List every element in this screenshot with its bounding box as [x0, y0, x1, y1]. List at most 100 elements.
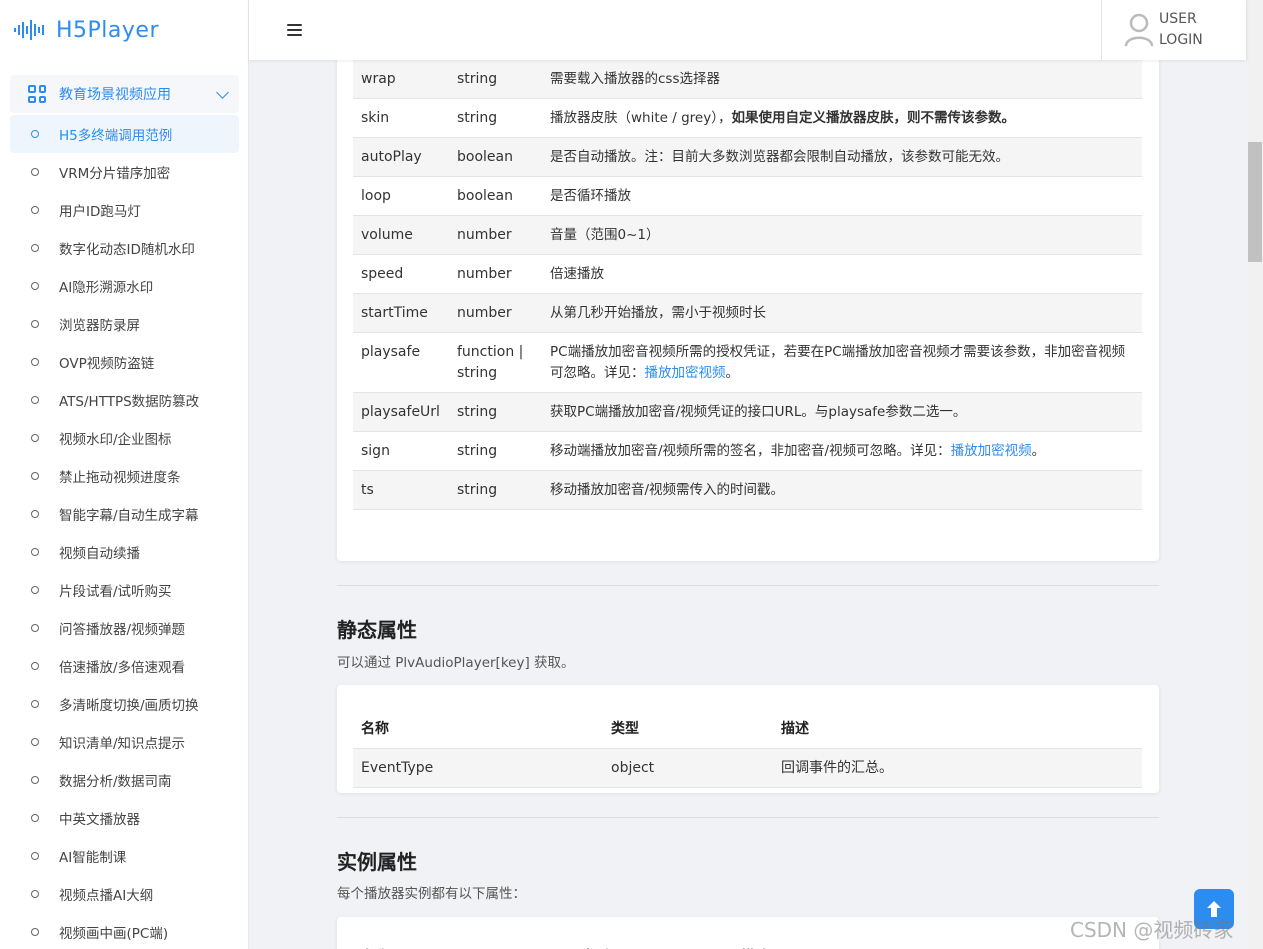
- scrollbar[interactable]: [1247, 0, 1263, 949]
- cell-type: string: [449, 470, 542, 510]
- sidebar-item-label: 问答播放器/视频弹题: [59, 622, 186, 638]
- cell-name: startTime: [353, 293, 449, 333]
- bullet-icon: [31, 852, 39, 860]
- cell-name: skin: [353, 98, 449, 138]
- sidebar-item[interactable]: 倍速播放/多倍速观看: [10, 647, 239, 685]
- sidebar-item-label: 用户ID跑马灯: [59, 204, 141, 220]
- cell-name: autoPlay: [353, 137, 449, 177]
- cell-desc: 需要载入播放器的css选择器: [542, 59, 1142, 99]
- table-row: sign string 移动端播放加密音/视频所需的签名，非加密音/视频可忽略。详见…: [353, 431, 1142, 471]
- cell-type: function | string: [449, 332, 542, 393]
- cell-name: loop: [353, 176, 449, 216]
- desc-text: 是否循环播放: [550, 188, 631, 204]
- chevron-down-icon: [216, 86, 229, 99]
- cell-type: boolean: [449, 137, 542, 177]
- cell-desc: 是否循环播放: [542, 176, 1142, 216]
- cell-name: EventType: [353, 748, 603, 788]
- static-section-desc: 可以通过 PlvAudioPlayer[key] 获取。: [337, 655, 575, 671]
- sidebar-item[interactable]: VRM分片错序加密: [10, 153, 239, 191]
- sidebar-item[interactable]: 智能字幕/自动生成字幕: [10, 495, 239, 533]
- audio-wave-icon: [14, 20, 44, 40]
- static-table: 名称 类型 描述 EventType object 回调事件的汇总。: [353, 705, 1142, 788]
- desc-text: 音量（范围0~1）: [550, 227, 660, 243]
- sidebar-item-label: 视频点播AI大纲: [59, 888, 154, 904]
- col-header-type: 类型: [573, 937, 733, 949]
- user-label: USER: [1159, 11, 1197, 27]
- static-card: 名称 类型 描述 EventType object 回调事件的汇总。: [337, 685, 1159, 793]
- sidebar-item-label: 中英文播放器: [59, 812, 140, 828]
- sidebar-item-label: 多清晰度切换/画质切换: [59, 698, 199, 714]
- sidebar-item-label: 知识清单/知识点提示: [59, 736, 186, 752]
- bullet-icon: [31, 928, 39, 936]
- cell-desc: 从第几秒开始播放，需小于视频时长: [542, 293, 1142, 333]
- bullet-icon: [31, 586, 39, 594]
- bullet-icon: [31, 396, 39, 404]
- sidebar-item[interactable]: 片段试看/试听购买: [10, 571, 239, 609]
- top-bar: USER LOGIN: [249, 0, 1247, 60]
- submenu: H5多终端调用范例 VRM分片错序加密 用户ID跑马灯数字化动态ID随机水印 AI隐形…: [10, 115, 239, 949]
- bullet-icon: [31, 282, 39, 290]
- table-row: startTime number 从第几秒开始播放，需小于视频时长: [353, 293, 1142, 333]
- table-row: autoPlay boolean 是否自动播放。注：目前大多数浏览器都会限制自动播放…: [353, 137, 1142, 177]
- scrollbar-thumb[interactable]: [1248, 142, 1262, 262]
- sidebar-item-label: H5多终端调用范例: [59, 128, 173, 144]
- sidebar-item-label: AI智能制课: [59, 850, 127, 866]
- sidebar-item[interactable]: 禁止拖动视频进度条: [10, 457, 239, 495]
- sidebar-item[interactable]: 问答播放器/视频弹题: [10, 609, 239, 647]
- sidebar-item[interactable]: 数字化动态ID随机水印: [10, 229, 239, 267]
- cell-type: string: [449, 392, 542, 432]
- logo[interactable]: H5Player: [14, 14, 159, 46]
- user-login-button[interactable]: USER LOGIN: [1101, 0, 1247, 60]
- sidebar-item[interactable]: 视频画中画(PC端): [10, 913, 239, 949]
- bullet-icon: [31, 738, 39, 746]
- bullet-icon: [31, 548, 39, 556]
- sidebar-item[interactable]: AI隐形溯源水印: [10, 267, 239, 305]
- doc-link[interactable]: 播放加密视频: [645, 365, 726, 381]
- bullet-icon: [31, 624, 39, 632]
- table-row: wrap string 需要载入播放器的css选择器: [353, 59, 1142, 99]
- sidebar-item[interactable]: 视频点播AI大纲: [10, 875, 239, 913]
- watermark: CSDN @视频砖家: [1070, 918, 1234, 942]
- desc-text: 倍速播放: [550, 266, 604, 282]
- cell-type: number: [449, 215, 542, 255]
- sidebar: H5Player 教育场景视频应用 H5多终端调用范例 VRM分片错序加密 用户ID…: [0, 0, 249, 949]
- sidebar-item-label: VRM分片错序加密: [59, 166, 171, 182]
- cell-name: volume: [353, 215, 449, 255]
- sidebar-item[interactable]: 视频水印/企业图标: [10, 419, 239, 457]
- sidebar-item-label: 智能字幕/自动生成字幕: [59, 508, 199, 524]
- menu-toggle-icon[interactable]: [287, 24, 302, 36]
- sidebar-item[interactable]: 知识清单/知识点提示: [10, 723, 239, 761]
- sidebar-item-label: 禁止拖动视频进度条: [59, 470, 181, 486]
- desc-text: 。: [1031, 443, 1046, 459]
- bullet-icon: [31, 510, 39, 518]
- cell-type: number: [449, 293, 542, 333]
- bullet-icon: [31, 814, 39, 822]
- sidebar-item[interactable]: 浏览器防录屏: [10, 305, 239, 343]
- sidebar-item[interactable]: OVP视频防盗链: [10, 343, 239, 381]
- cell-desc: 移动播放加密音/视频需传入的时间戳。: [542, 470, 1142, 510]
- sidebar-item[interactable]: 中英文播放器: [10, 799, 239, 837]
- bullet-icon: [31, 206, 39, 214]
- sidebar-item-label: OVP视频防盗链: [59, 356, 155, 372]
- params-table: viewerInfoobject自定义观众信息。设置后，播放器上报的观看行为日志…: [353, 0, 1142, 510]
- bullet-icon: [31, 244, 39, 252]
- menu-group-education[interactable]: 教育场景视频应用: [10, 75, 239, 113]
- bullet-icon: [31, 700, 39, 708]
- cell-name: sign: [353, 431, 449, 471]
- table-row: loop boolean 是否循环播放: [353, 176, 1142, 216]
- table-row: playsafe function | string PC端播放加密音视频所需的授权…: [353, 332, 1142, 393]
- sidebar-item[interactable]: 视频自动续播: [10, 533, 239, 571]
- sidebar-item[interactable]: AI智能制课: [10, 837, 239, 875]
- cell-desc: PC端播放加密音视频所需的授权凭证，若要在PC端播放加密音视频才需要该参数，非加…: [542, 332, 1142, 393]
- sidebar-item[interactable]: ATS/HTTPS数据防篡改: [10, 381, 239, 419]
- bullet-icon: [31, 472, 39, 480]
- sidebar-item[interactable]: 多清晰度切换/画质切换: [10, 685, 239, 723]
- sidebar-item[interactable]: 数据分析/数据司南: [10, 761, 239, 799]
- bullet-icon: [31, 662, 39, 670]
- login-label: LOGIN: [1159, 32, 1203, 48]
- cell-desc: 是否自动播放。注：目前大多数浏览器都会限制自动播放，该参数可能无效。: [542, 137, 1142, 177]
- cell-desc: 获取PC端播放加密音/视频凭证的接口URL。与playsafe参数二选一。: [542, 392, 1142, 432]
- sidebar-item[interactable]: H5多终端调用范例: [10, 115, 239, 153]
- sidebar-item[interactable]: 用户ID跑马灯: [10, 191, 239, 229]
- doc-link[interactable]: 播放加密视频: [951, 443, 1032, 459]
